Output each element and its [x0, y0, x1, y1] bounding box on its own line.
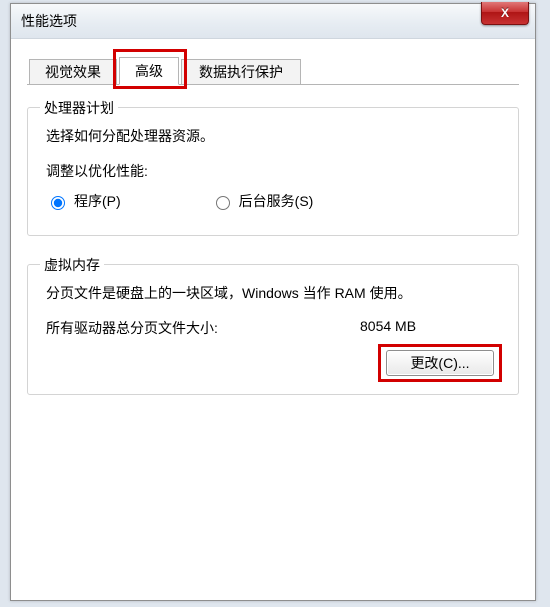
- radio-programs[interactable]: 程序(P): [46, 191, 121, 211]
- scheduler-radio-row: 程序(P) 后台服务(S): [46, 191, 500, 211]
- titlebar: 性能选项 X: [11, 4, 535, 39]
- radio-services-label: 后台服务(S): [239, 191, 314, 211]
- group-legend: 虚拟内存: [40, 255, 104, 275]
- window-body: 视觉效果 高级 数据执行保护 处理器计划 选择如何分配处理器资源。 调整以优化性…: [11, 39, 535, 601]
- group-processor-scheduling: 处理器计划 选择如何分配处理器资源。 调整以优化性能: 程序(P) 后台服务(S…: [27, 107, 519, 236]
- vm-total-label: 所有驱动器总分页文件大小:: [46, 318, 360, 338]
- close-button[interactable]: X: [481, 2, 529, 25]
- tab-label: 高级: [135, 61, 163, 81]
- radio-background-services[interactable]: 后台服务(S): [211, 191, 314, 211]
- tab-row: 视觉效果 高级 数据执行保护: [27, 55, 519, 85]
- vm-total-row: 所有驱动器总分页文件大小: 8054 MB: [46, 318, 500, 338]
- tab-advanced[interactable]: 高级: [119, 57, 179, 85]
- change-button[interactable]: 更改(C)...: [386, 350, 494, 376]
- group-virtual-memory: 虚拟内存 分页文件是硬盘上的一块区域，Windows 当作 RAM 使用。 所有…: [27, 264, 519, 395]
- scheduler-subhead: 调整以优化性能:: [46, 161, 500, 181]
- highlight-change-wrap: 更改(C)...: [386, 350, 494, 376]
- vm-desc: 分页文件是硬盘上的一块区域，Windows 当作 RAM 使用。: [46, 283, 500, 304]
- radio-programs-label: 程序(P): [74, 191, 121, 211]
- radio-services-input[interactable]: [216, 196, 230, 210]
- tab-label: 视觉效果: [45, 62, 101, 82]
- radio-programs-input[interactable]: [51, 196, 65, 210]
- window-title: 性能选项: [21, 11, 77, 31]
- vm-total-value: 8054 MB: [360, 318, 500, 338]
- change-button-label: 更改(C)...: [410, 355, 469, 371]
- tab-label: 数据执行保护: [199, 62, 283, 82]
- vm-button-row: 更改(C)...: [46, 350, 500, 376]
- scheduler-desc: 选择如何分配处理器资源。: [46, 126, 500, 147]
- tab-visual-effects[interactable]: 视觉效果: [29, 59, 117, 85]
- performance-options-window: 性能选项 X 视觉效果 高级 数据执行保护: [10, 3, 536, 601]
- group-legend: 处理器计划: [40, 98, 118, 118]
- close-icon: X: [501, 6, 509, 20]
- tab-dep[interactable]: 数据执行保护: [181, 59, 301, 85]
